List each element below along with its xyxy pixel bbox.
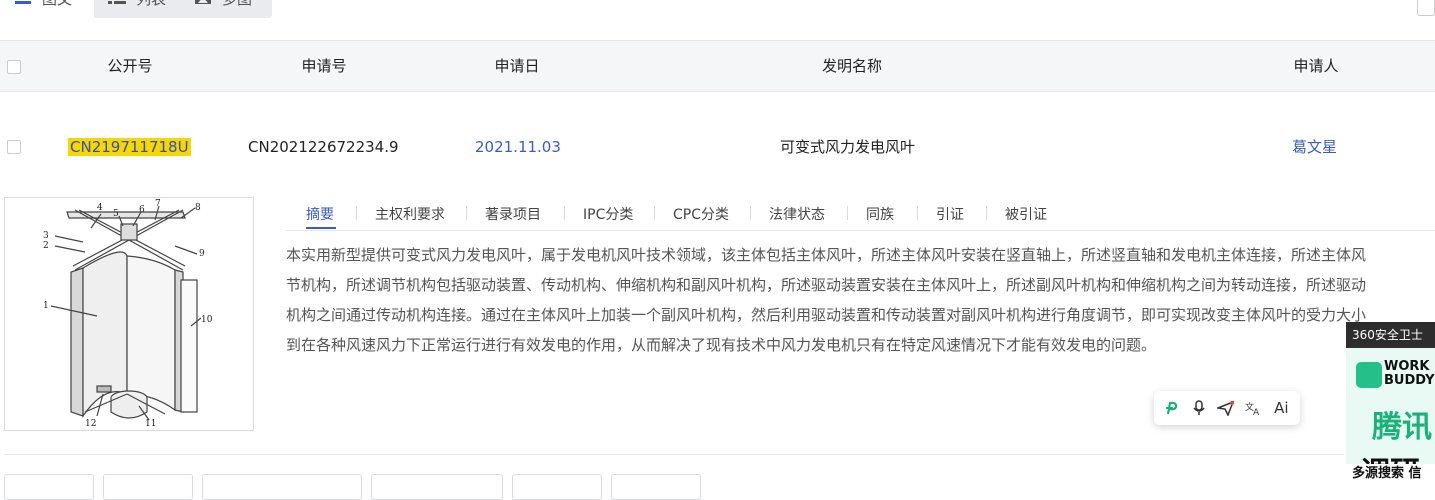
table-header: 公开号 申请号 申请日 发明名称 申请人 — [0, 40, 1435, 92]
drawing-label-8: 8 — [195, 203, 201, 213]
abstract-line: 机构之间通过传动机构连接。通过在主体风叶上加装一个副风叶机构，然后利用驱动装置和… — [286, 306, 1367, 324]
ai-assistant-button[interactable]: Ai — [1274, 399, 1288, 417]
floating-text-toolbar: 文 A Ai — [1154, 391, 1300, 425]
tab-citations[interactable]: 引证 — [936, 204, 964, 224]
drawing-label-10: 10 — [201, 315, 213, 325]
tab-separator — [917, 206, 918, 220]
drawing-label-4: 4 — [97, 203, 103, 213]
microphone-icon[interactable] — [1192, 400, 1206, 416]
ad-headline-1: 腾讯 — [1372, 410, 1432, 445]
header-application-date[interactable]: 申请日 — [447, 41, 587, 91]
multi-image-icon — [195, 0, 212, 4]
abstract-line: 本实用新型提供可变式风力发电风叶，属于发电机风叶技术领域，该主体包括主体风叶，所… — [286, 246, 1367, 264]
drawing-label-12: 12 — [85, 419, 96, 429]
tab-cpc[interactable]: CPC分类 — [673, 204, 729, 224]
abstract-line: 到在各种风速风力下正常运行进行有效发电的作用，从而解决了现有技术中风力发电机只有… — [286, 336, 1157, 354]
view-multi-image-button[interactable]: 多图 — [180, 0, 266, 18]
image-text-icon — [15, 1, 31, 4]
drawing-label-1: 1 — [43, 301, 49, 311]
detail-tabs: 摘要 主权利要求 著录项目 IPC分类 CPC分类 法律状态 同族 引证 被引证 — [286, 196, 1435, 231]
view-multi-image-label: 多图 — [222, 0, 252, 9]
tab-separator — [847, 206, 848, 220]
view-image-text-label: 图文 — [42, 0, 72, 9]
header-publication-number[interactable]: 公开号 — [60, 41, 200, 91]
section-divider — [4, 454, 1344, 455]
publication-number[interactable]: CN219711718U — [68, 136, 191, 158]
action-button-2[interactable] — [103, 474, 193, 500]
tab-family[interactable]: 同族 — [866, 204, 894, 224]
abstract-text: 本实用新型提供可变式风力发电风叶，属于发电机风叶技术领域，该主体包括主体风叶，所… — [286, 240, 1435, 360]
tab-cited-by[interactable]: 被引证 — [1005, 204, 1047, 224]
view-list-label: 列表 — [136, 0, 166, 9]
action-button-1[interactable] — [4, 474, 94, 500]
row-checkbox[interactable] — [7, 140, 21, 154]
publication-number-text[interactable]: CN219711718U — [68, 138, 191, 156]
application-date[interactable]: 2021.11.03 — [475, 136, 561, 158]
header-application-number[interactable]: 申请号 — [254, 41, 394, 91]
list-icon — [108, 1, 126, 4]
drawing-label-9: 9 — [199, 249, 205, 259]
tab-main-claim[interactable]: 主权利要求 — [375, 204, 445, 224]
wind-blade-drawing: 3 2 1 4 5 6 7 8 9 10 12 11 — [43, 199, 213, 429]
ad-body: WORK BUDDY 腾讯 调研 — [1346, 348, 1435, 484]
action-button-4[interactable] — [371, 474, 503, 500]
tab-separator — [356, 206, 357, 220]
ad-top-text: 360安全卫士 — [1352, 328, 1423, 342]
tab-legal-status[interactable]: 法律状态 — [769, 204, 825, 224]
ad-footer: 多源搜索 信 — [1346, 464, 1435, 484]
tab-separator — [750, 206, 751, 220]
application-number: CN202122672234.9 — [248, 138, 399, 156]
action-button-6[interactable] — [611, 474, 701, 500]
pen-logo-icon[interactable] — [1165, 400, 1181, 416]
drawing-label-11: 11 — [145, 419, 156, 429]
tab-separator — [986, 206, 987, 220]
view-toolbar: 图文 列表 多图 — [0, 0, 1435, 18]
tab-abstract[interactable]: 摘要 — [306, 204, 334, 224]
view-list-button[interactable]: 列表 — [94, 0, 180, 18]
table-row: CN219711718U CN202122672234.9 2021.11.03… — [0, 91, 1435, 201]
abstract-line: 节机构，所述调节机构包括驱动装置、传动机构、伸缩机构和副风叶机构，所述驱动装置安… — [286, 276, 1367, 294]
drawing-label-5: 5 — [113, 209, 119, 219]
ad-brand: WORK BUDDY — [1384, 359, 1435, 388]
tab-ipc[interactable]: IPC分类 — [583, 204, 633, 224]
select-all-checkbox[interactable] — [7, 60, 21, 74]
translate-icon[interactable]: 文 A — [1245, 400, 1263, 416]
active-tab-indicator — [306, 227, 336, 229]
corner-control[interactable] — [1417, 0, 1435, 16]
drawing-label-7: 7 — [155, 199, 161, 209]
patent-drawing[interactable]: 3 2 1 4 5 6 7 8 9 10 12 11 — [4, 197, 254, 431]
tab-separator — [564, 206, 565, 220]
ad-logo-icon — [1356, 362, 1382, 388]
ad-top-bar: 360安全卫士 — [1346, 322, 1435, 348]
view-mode-group: 图文 列表 多图 — [0, 0, 272, 18]
view-image-text-button[interactable]: 图文 — [0, 0, 94, 18]
send-icon[interactable] — [1216, 400, 1235, 416]
drawing-label-2: 2 — [43, 241, 49, 251]
action-button-5[interactable] — [512, 474, 602, 500]
tab-separator — [466, 206, 467, 220]
tab-bibliographic[interactable]: 著录项目 — [485, 204, 541, 224]
drawing-label-3: 3 — [43, 231, 49, 241]
svg-text:A: A — [1253, 408, 1260, 416]
drawing-label-6: 6 — [139, 205, 145, 215]
tab-separator — [654, 206, 655, 220]
advertisement-panel[interactable]: 360安全卫士 WORK BUDDY 腾讯 调研 多源搜索 信 — [1346, 322, 1435, 484]
invention-title[interactable]: 可变式风力发电风叶 — [780, 136, 915, 158]
applicant-link[interactable]: 葛文星 — [1292, 136, 1337, 158]
header-applicant[interactable]: 申请人 — [1246, 41, 1386, 91]
header-invention-title[interactable]: 发明名称 — [752, 41, 952, 91]
action-button-3[interactable] — [202, 474, 362, 500]
